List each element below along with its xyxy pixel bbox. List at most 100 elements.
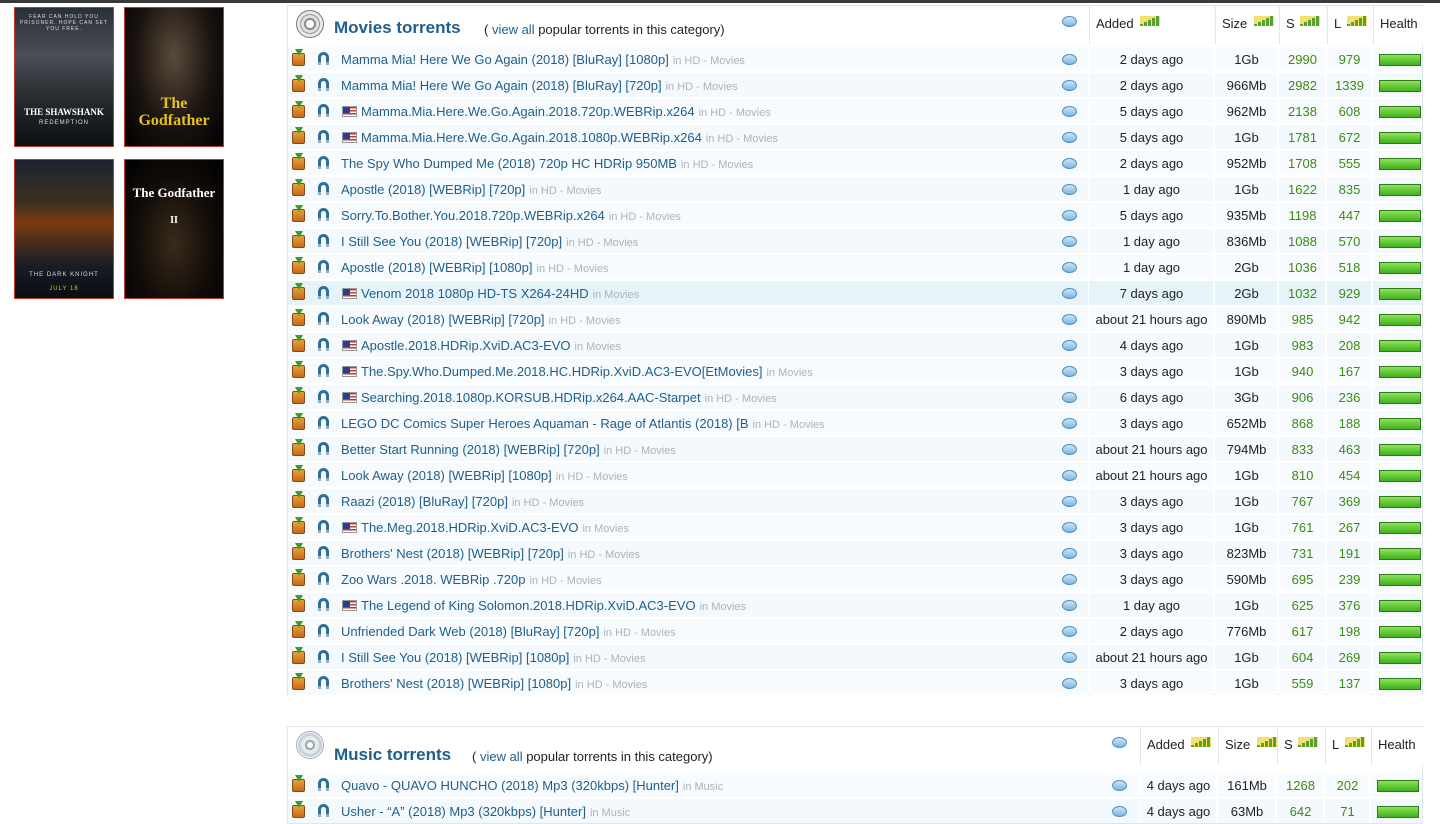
- magnet-icon[interactable]: [318, 624, 329, 637]
- torrent-name[interactable]: Brothers' Nest (2018) [WEBRip] [720p] in …: [341, 546, 640, 561]
- torrent-row[interactable]: Unfriended Dark Web (2018) [BluRay] [720…: [288, 618, 1422, 644]
- torrent-link[interactable]: The Legend of King Solomon.2018.HDRip.Xv…: [361, 598, 696, 613]
- download-icon[interactable]: [292, 101, 305, 118]
- torrent-category[interactable]: in HD - Movies: [549, 315, 621, 327]
- magnet-icon[interactable]: [318, 338, 329, 351]
- torrent-row[interactable]: Quavo - QUAVO HUNCHO (2018) Mp3 (320kbps…: [288, 772, 1422, 798]
- torrent-category[interactable]: in HD - Movies: [705, 393, 777, 405]
- torrent-category[interactable]: in Movies: [593, 289, 639, 301]
- torrent-row[interactable]: The Spy Who Dumped Me (2018) 720p HC HDR…: [288, 150, 1422, 176]
- torrent-name[interactable]: I Still See You (2018) [WEBRip] [1080p] i…: [341, 650, 645, 665]
- comments-icon[interactable]: [1062, 678, 1077, 689]
- torrent-link[interactable]: I Still See You (2018) [WEBRip] [1080p]: [341, 650, 569, 665]
- download-icon[interactable]: [292, 205, 305, 222]
- torrent-link[interactable]: Zoo Wars .2018. WEBRip .720p: [341, 572, 526, 587]
- magnet-icon[interactable]: [318, 572, 329, 585]
- download-icon[interactable]: [292, 569, 305, 586]
- torrent-name[interactable]: Quavo - QUAVO HUNCHO (2018) Mp3 (320kbps…: [341, 778, 723, 793]
- torrent-row[interactable]: Look Away (2018) [WEBRip] [1080p] in HD -…: [288, 462, 1422, 488]
- torrent-name[interactable]: Zoo Wars .2018. WEBRip .720p in HD - Movi…: [341, 572, 602, 587]
- torrent-link[interactable]: The.Meg.2018.HDRip.XviD.AC3-EVO: [361, 520, 578, 535]
- download-icon[interactable]: [292, 595, 305, 612]
- torrent-row[interactable]: The.Spy.Who.Dumped.Me.2018.HC.HDRip.XviD…: [288, 358, 1422, 384]
- torrent-category[interactable]: in Music: [683, 781, 723, 793]
- comments-icon[interactable]: [1062, 314, 1077, 325]
- download-icon[interactable]: [292, 153, 305, 170]
- magnet-icon[interactable]: [318, 468, 329, 481]
- torrent-link[interactable]: Searching.2018.1080p.KORSUB.HDRip.x264.A…: [361, 390, 701, 405]
- magnet-icon[interactable]: [318, 234, 329, 247]
- header-health[interactable]: Health: [1371, 727, 1423, 765]
- comments-icon[interactable]: [1062, 418, 1077, 429]
- download-icon[interactable]: [292, 543, 305, 560]
- torrent-category[interactable]: in Movies: [700, 601, 746, 613]
- torrent-category[interactable]: in Movies: [575, 341, 621, 353]
- torrent-link[interactable]: Sorry.To.Bother.You.2018.720p.WEBRip.x26…: [341, 208, 605, 223]
- torrent-row[interactable]: Raazi (2018) [BluRay] [720p] in HD - Movi…: [288, 488, 1422, 514]
- download-icon[interactable]: [292, 75, 305, 92]
- torrent-link[interactable]: Look Away (2018) [WEBRip] [720p]: [341, 312, 545, 327]
- download-icon[interactable]: [292, 309, 305, 326]
- torrent-link[interactable]: Mamma Mia! Here We Go Again (2018) [BluR…: [341, 78, 662, 93]
- comments-icon[interactable]: [1062, 80, 1077, 91]
- download-icon[interactable]: [292, 673, 305, 690]
- torrent-row[interactable]: Usher - “A” (2018) Mp3 (320kbps) [Hunter…: [288, 798, 1422, 824]
- torrent-name[interactable]: The.Spy.Who.Dumped.Me.2018.HC.HDRip.XviD…: [361, 364, 813, 379]
- download-icon[interactable]: [292, 801, 305, 818]
- magnet-icon[interactable]: [318, 598, 329, 611]
- poster-godfather-2[interactable]: The Godfather II: [124, 159, 224, 299]
- torrent-row[interactable]: Mamma Mia! Here We Go Again (2018) [BluR…: [288, 72, 1422, 98]
- comments-icon[interactable]: [1062, 392, 1077, 403]
- torrent-category[interactable]: in HD - Movies: [566, 237, 638, 249]
- magnet-icon[interactable]: [318, 390, 329, 403]
- download-icon[interactable]: [292, 387, 305, 404]
- torrent-row[interactable]: Sorry.To.Bother.You.2018.720p.WEBRip.x26…: [288, 202, 1422, 228]
- torrent-link[interactable]: Apostle.2018.HDRip.XviD.AC3-EVO: [361, 338, 571, 353]
- torrent-row[interactable]: The Legend of King Solomon.2018.HDRip.Xv…: [288, 592, 1422, 618]
- magnet-icon[interactable]: [318, 416, 329, 429]
- torrent-name[interactable]: Look Away (2018) [WEBRip] [1080p] in HD -…: [341, 468, 628, 483]
- header-health[interactable]: Health: [1373, 6, 1423, 44]
- torrent-name[interactable]: Usher - “A” (2018) Mp3 (320kbps) [Hunter…: [341, 804, 630, 819]
- torrent-row[interactable]: LEGO DC Comics Super Heroes Aquaman - Ra…: [288, 410, 1422, 436]
- torrent-name[interactable]: Mamma.Mia.Here.We.Go.Again.2018.1080p.WE…: [361, 130, 778, 145]
- header-added[interactable]: Added: [1089, 6, 1214, 44]
- comments-icon[interactable]: [1062, 600, 1077, 611]
- torrent-name[interactable]: The Spy Who Dumped Me (2018) 720p HC HDR…: [341, 156, 753, 171]
- torrent-category[interactable]: in Movies: [766, 367, 812, 379]
- comments-icon[interactable]: [1062, 340, 1077, 351]
- comments-icon[interactable]: [1062, 470, 1077, 481]
- download-icon[interactable]: [292, 465, 305, 482]
- download-icon[interactable]: [292, 179, 305, 196]
- torrent-name[interactable]: Sorry.To.Bother.You.2018.720p.WEBRip.x26…: [341, 208, 681, 223]
- download-icon[interactable]: [292, 283, 305, 300]
- torrent-row[interactable]: Apostle (2018) [WEBRip] [1080p] in HD - M…: [288, 254, 1422, 280]
- torrent-link[interactable]: Brothers' Nest (2018) [WEBRip] [720p]: [341, 546, 564, 561]
- magnet-icon[interactable]: [318, 546, 329, 559]
- torrent-row[interactable]: I Still See You (2018) [WEBRip] [1080p] i…: [288, 644, 1422, 670]
- torrent-category[interactable]: in HD - Movies: [575, 679, 647, 691]
- torrent-name[interactable]: Mamma Mia! Here We Go Again (2018) [BluR…: [341, 78, 738, 93]
- download-icon[interactable]: [292, 335, 305, 352]
- torrent-category[interactable]: in HD - Movies: [753, 419, 825, 431]
- torrent-category[interactable]: in HD - Movies: [512, 497, 584, 509]
- torrent-name[interactable]: Mamma Mia! Here We Go Again (2018) [BluR…: [341, 52, 745, 67]
- magnet-icon[interactable]: [318, 494, 329, 507]
- magnet-icon[interactable]: [318, 182, 329, 195]
- torrent-link[interactable]: Mamma.Mia.Here.We.Go.Again.2018.720p.WEB…: [361, 104, 695, 119]
- torrent-category[interactable]: in Movies: [582, 523, 628, 535]
- comments-icon[interactable]: [1062, 106, 1077, 117]
- torrent-name[interactable]: Mamma.Mia.Here.We.Go.Again.2018.720p.WEB…: [361, 104, 771, 119]
- header-seeders[interactable]: S: [1277, 727, 1324, 765]
- torrent-name[interactable]: I Still See You (2018) [WEBRip] [720p] in…: [341, 234, 638, 249]
- torrent-link[interactable]: Mamma Mia! Here We Go Again (2018) [BluR…: [341, 52, 669, 67]
- torrent-category[interactable]: in HD - Movies: [568, 549, 640, 561]
- download-icon[interactable]: [292, 439, 305, 456]
- download-icon[interactable]: [292, 621, 305, 638]
- torrent-name[interactable]: LEGO DC Comics Super Heroes Aquaman - Ra…: [341, 416, 825, 431]
- torrent-row[interactable]: Mamma Mia! Here We Go Again (2018) [BluR…: [288, 46, 1422, 72]
- view-all-link[interactable]: view all: [492, 22, 535, 37]
- comments-icon[interactable]: [1062, 158, 1077, 169]
- comments-icon[interactable]: [1062, 496, 1077, 507]
- magnet-icon[interactable]: [318, 156, 329, 169]
